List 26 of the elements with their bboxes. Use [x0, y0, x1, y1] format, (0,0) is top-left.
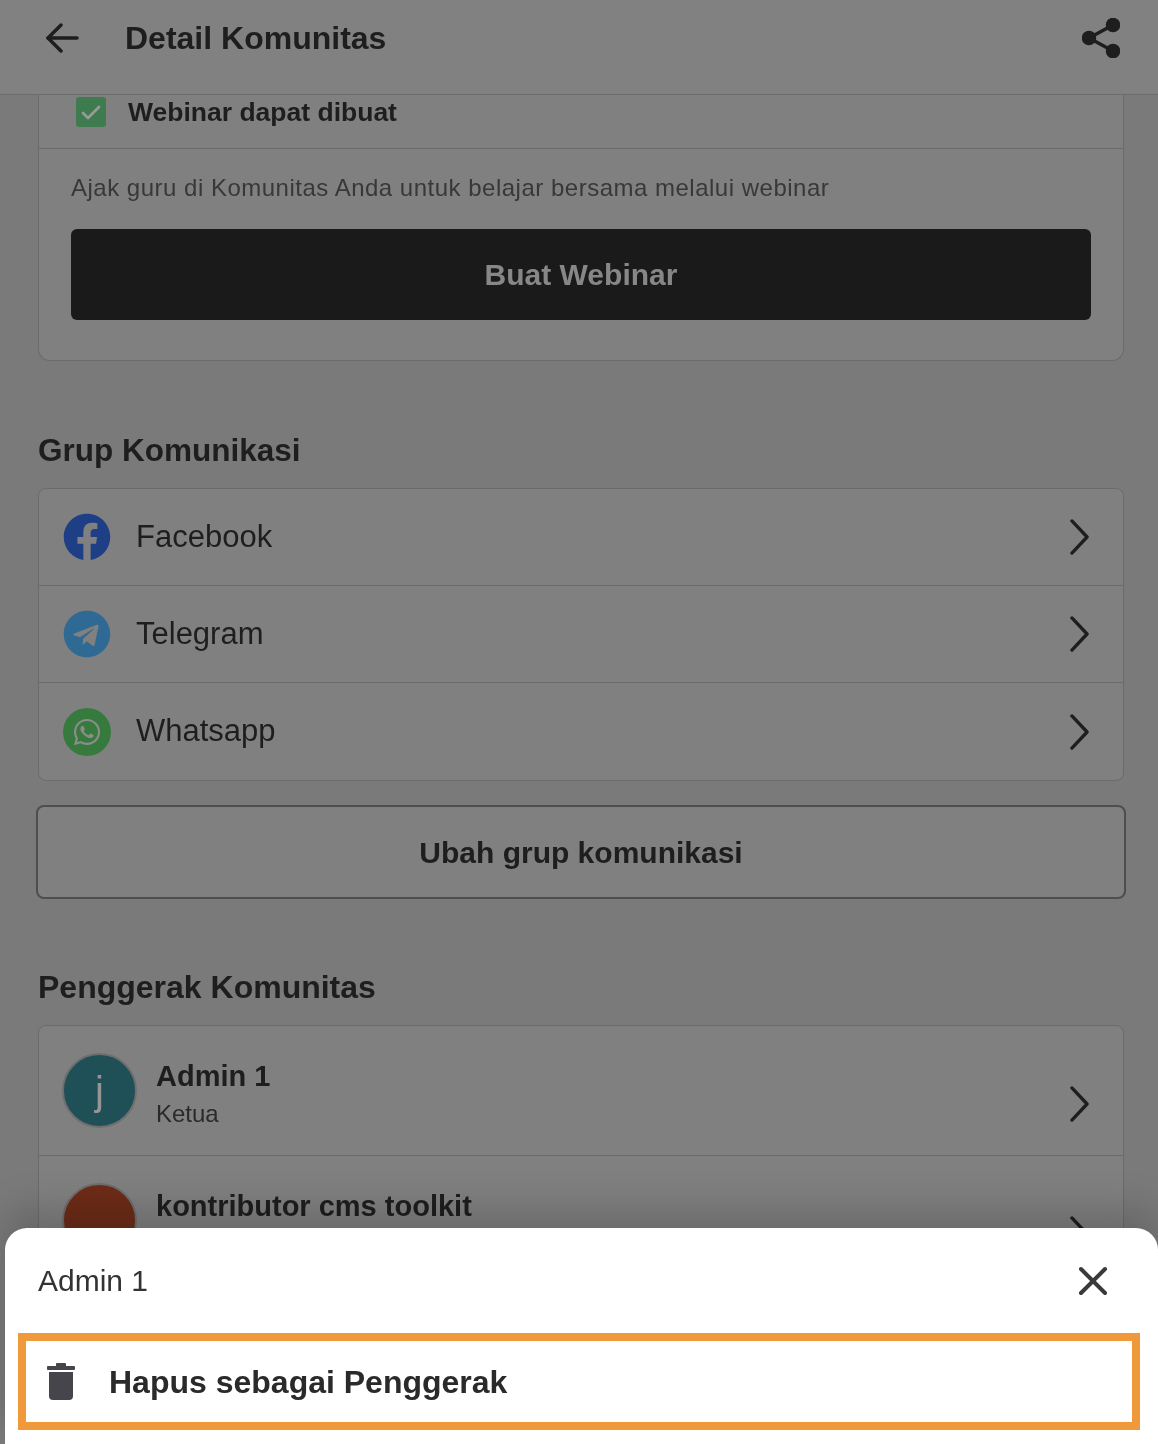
list-item[interactable]: Telegram — [39, 586, 1123, 683]
edit-group-button[interactable]: Ubah grup komunikasi — [36, 805, 1126, 899]
telegram-icon — [63, 610, 111, 658]
checkbox-label: Webinar dapat dibuat — [128, 97, 397, 127]
facebook-icon — [63, 513, 111, 561]
whatsapp-icon — [63, 707, 111, 756]
chevron-icon — [1070, 1086, 1089, 1122]
checkbox[interactable] — [76, 97, 106, 127]
section-heading: Penggerak Komunitas — [38, 968, 377, 1006]
list-item[interactable]: Whatsapp — [39, 683, 1123, 780]
remove-action[interactable]: Hapus sebagai Penggerak — [18, 1333, 1140, 1430]
member-list-item[interactable]: j Admin 1 Ketua — [39, 1026, 1123, 1156]
share-button[interactable] — [1080, 17, 1122, 59]
share-icon — [1082, 18, 1120, 58]
list-item[interactable]: Facebook — [39, 489, 1123, 586]
close-icon — [1078, 1265, 1108, 1296]
webinar-description: Ajak guru di Komunitas Anda untuk belajar bersama melalui webinar — [71, 173, 831, 203]
check-icon — [81, 104, 101, 120]
page-title: Detail Komunitas — [125, 19, 387, 58]
avatar: j — [62, 1053, 137, 1128]
trash-icon — [47, 1363, 75, 1400]
section-heading: Grup Komunikasi — [38, 431, 302, 469]
chevron-icon — [1070, 713, 1089, 750]
chevron-icon — [1070, 616, 1089, 652]
chevron-icon — [1070, 519, 1089, 555]
create-webinar-button[interactable]: Buat Webinar — [71, 229, 1091, 320]
